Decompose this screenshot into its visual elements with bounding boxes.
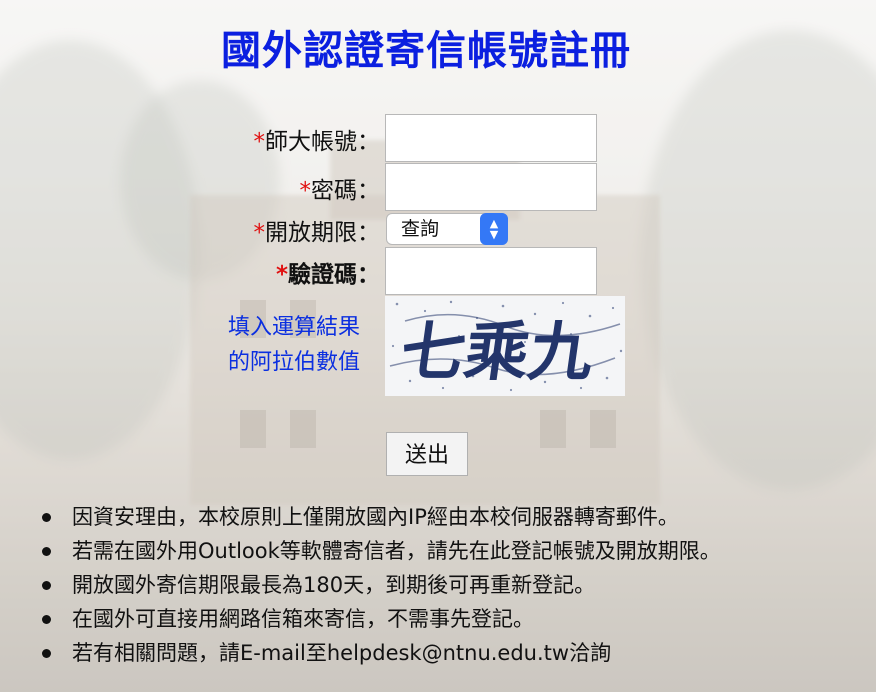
captcha-hint-line2: 的阿拉伯數值 [228,350,361,375]
period-label: *開放期限： [254,213,381,247]
captcha-row: *驗證碼： [200,247,620,295]
required-mark: * [299,178,312,204]
updown-chevron-icon: ▲ ▼ [480,213,508,245]
account-row: *師大帳號： [200,114,620,162]
list-item: 開放國外寄信期限最長為180天，到期後可再重新登記。 [30,568,721,602]
list-item: 若有相關問題，請E-mail至helpdesk@ntnu.edu.tw洽詢 [30,636,721,670]
account-label-text: 師大帳號： [265,129,380,155]
note-text: 若需在國外用Outlook等軟體寄信者，請先在此登記帳號及開放期限。 [72,539,721,563]
password-label-text: 密碼： [311,178,380,204]
required-mark: * [253,129,266,155]
account-label: *師大帳號： [254,122,381,156]
captcha-image: 七乘九 [385,296,625,396]
list-item: 若需在國外用Outlook等軟體寄信者，請先在此登記帳號及開放期限。 [30,534,721,568]
captcha-input[interactable] [385,247,597,295]
captcha-hint-line1: 填入運算結果 [228,315,361,340]
notes-list: 因資安理由，本校原則上僅開放國內IP經由本校伺服器轉寄郵件。 若需在國外用Out… [30,500,721,670]
required-mark: * [275,262,288,288]
list-item: 因資安理由，本校原則上僅開放國內IP經由本校伺服器轉寄郵件。 [30,500,721,534]
list-item: 在國外可直接用網路信箱來寄信，不需事先登記。 [30,602,721,636]
bullet-icon [42,581,51,590]
bullet-icon [42,547,51,556]
account-input[interactable] [385,114,597,162]
note-text: 因資安理由，本校原則上僅開放國內IP經由本校伺服器轉寄郵件。 [72,505,679,529]
bullet-icon [42,649,51,658]
password-label: *密碼： [300,171,381,205]
captcha-image-text: 七乘九 [396,315,598,390]
bullet-icon [42,513,51,522]
submit-button[interactable]: 送出 [386,432,468,476]
period-select-value: 查詢 [401,218,440,240]
note-text: 在國外可直接用網路信箱來寄信，不需事先登記。 [72,607,534,631]
captcha-label: *驗證碼： [276,255,380,289]
note-text: 開放國外寄信期限最長為180天，到期後可再重新登記。 [72,573,596,597]
required-mark: * [253,220,266,246]
password-input[interactable] [385,163,597,211]
captcha-hint: 填入運算結果 的阿拉伯數值 [228,310,360,380]
page-title: 國外認證寄信帳號註冊 [221,28,631,74]
captcha-label-text: 驗證碼： [288,262,380,288]
password-row: *密碼： [200,163,620,211]
bullet-icon [42,615,51,624]
period-select[interactable]: 查詢 ▲ ▼ [386,213,508,245]
period-label-text: 開放期限： [265,220,380,246]
note-text: 若有相關問題，請E-mail至helpdesk@ntnu.edu.tw洽詢 [72,641,612,665]
